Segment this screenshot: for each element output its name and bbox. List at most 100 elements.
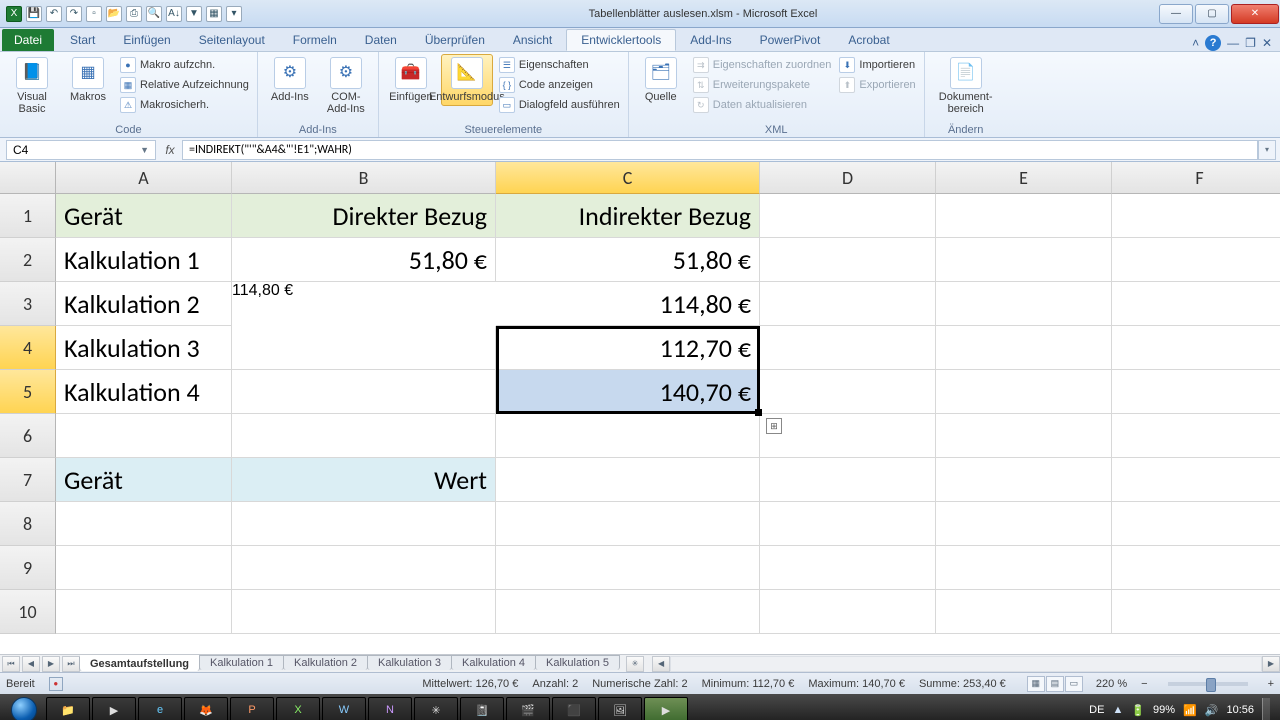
zoom-level[interactable]: 220 % <box>1096 678 1127 690</box>
entwurfsmodus-button[interactable]: 📐Entwurfsmodus <box>441 54 493 106</box>
taskbar-app-5[interactable]: 🖼 <box>598 697 642 720</box>
row-header-3[interactable]: 3 <box>0 282 56 326</box>
importieren-button[interactable]: ⬇Importieren <box>837 56 917 74</box>
cell-A7[interactable]: Gerät <box>56 458 232 502</box>
view-page-break-icon[interactable]: ▭ <box>1065 676 1083 692</box>
col-header-C[interactable]: C <box>496 162 760 194</box>
taskbar-ie[interactable]: e <box>138 697 182 720</box>
hscroll-left-icon[interactable]: ◀ <box>652 656 670 672</box>
cell-B9[interactable] <box>232 546 496 590</box>
view-page-layout-icon[interactable]: ▤ <box>1046 676 1064 692</box>
cell-F9[interactable] <box>1112 546 1280 590</box>
hscroll-track[interactable] <box>670 656 1262 672</box>
makros-button[interactable]: ▦Makros <box>62 54 114 106</box>
row-header-1[interactable]: 1 <box>0 194 56 238</box>
cell-D5[interactable] <box>760 370 936 414</box>
eigenschaften-button[interactable]: ☰Eigenschaften <box>497 56 622 74</box>
tab-powerpivot[interactable]: PowerPivot <box>746 29 835 51</box>
cell-D9[interactable] <box>760 546 936 590</box>
cell-B8[interactable] <box>232 502 496 546</box>
row-header-8[interactable]: 8 <box>0 502 56 546</box>
com-addins-button[interactable]: ⚙COM-Add-Ins <box>320 54 372 118</box>
maximize-button[interactable]: ▢ <box>1195 4 1229 24</box>
redo-icon[interactable]: ↷ <box>66 6 82 22</box>
tab-addins[interactable]: Add-Ins <box>676 29 745 51</box>
formula-expand-icon[interactable]: ▾ <box>1258 140 1276 160</box>
tab-start[interactable]: Start <box>56 29 109 51</box>
relative-aufzeichnung-button[interactable]: ▦Relative Aufzeichnung <box>118 76 251 94</box>
row-header-4[interactable]: 4 <box>0 326 56 370</box>
sheet-nav-last-icon[interactable]: ⏭ <box>62 656 80 672</box>
workbook-close-icon[interactable]: ✕ <box>1262 36 1272 50</box>
cell-A9[interactable] <box>56 546 232 590</box>
sheet-tab-kalkulation-1[interactable]: Kalkulation 1 <box>199 655 284 670</box>
cell-F4[interactable] <box>1112 326 1280 370</box>
file-tab[interactable]: Datei <box>2 29 54 51</box>
row-header-5[interactable]: 5 <box>0 370 56 414</box>
row-header-6[interactable]: 6 <box>0 414 56 458</box>
taskbar-app-2[interactable]: 📓 <box>460 697 504 720</box>
cell-E6[interactable] <box>936 414 1112 458</box>
tab-formeln[interactable]: Formeln <box>279 29 351 51</box>
zoom-out-icon[interactable]: − <box>1141 678 1147 690</box>
show-desktop-button[interactable] <box>1262 698 1270 720</box>
visual-basic-button[interactable]: 📘Visual Basic <box>6 54 58 118</box>
undo-icon[interactable]: ↶ <box>46 6 62 22</box>
tab-ansicht[interactable]: Ansicht <box>499 29 566 51</box>
zoom-slider[interactable] <box>1168 682 1248 686</box>
cell-A4[interactable]: Kalkulation 3 <box>56 326 232 370</box>
cell-D6[interactable] <box>760 414 936 458</box>
cell-E1[interactable] <box>936 194 1112 238</box>
cell-F1[interactable] <box>1112 194 1280 238</box>
tab-seitenlayout[interactable]: Seitenlayout <box>185 29 279 51</box>
cell-C10[interactable] <box>496 590 760 634</box>
cell-C9[interactable] <box>496 546 760 590</box>
filter-icon[interactable]: ▼ <box>186 6 202 22</box>
cell-B5[interactable] <box>232 370 496 414</box>
cell-C7[interactable] <box>496 458 760 502</box>
taskbar-onenote[interactable]: N <box>368 697 412 720</box>
taskbar-app-active[interactable]: ▶ <box>644 697 688 720</box>
sheet-tab-kalkulation-5[interactable]: Kalkulation 5 <box>535 655 620 670</box>
cell-C1[interactable]: Indirekter Bezug <box>496 194 760 238</box>
cell-E7[interactable] <box>936 458 1112 502</box>
taskbar-explorer[interactable]: 📁 <box>46 697 90 720</box>
cell-A10[interactable] <box>56 590 232 634</box>
cell-C5[interactable]: 140,70 € <box>496 370 760 414</box>
cell-A6[interactable] <box>56 414 232 458</box>
start-button[interactable] <box>4 696 44 720</box>
cell-B6[interactable] <box>232 414 496 458</box>
col-header-D[interactable]: D <box>760 162 936 194</box>
zoom-in-icon[interactable]: + <box>1268 678 1274 690</box>
tray-lang[interactable]: DE <box>1089 704 1104 716</box>
cell-E10[interactable] <box>936 590 1112 634</box>
row-header-7[interactable]: 7 <box>0 458 56 502</box>
cell-E8[interactable] <box>936 502 1112 546</box>
tab-daten[interactable]: Daten <box>351 29 411 51</box>
cell-F5[interactable] <box>1112 370 1280 414</box>
taskbar-powerpoint[interactable]: P <box>230 697 274 720</box>
macro-record-status-icon[interactable]: ● <box>49 677 63 691</box>
sheet-tab-kalkulation-2[interactable]: Kalkulation 2 <box>283 655 368 670</box>
sheet-nav-next-icon[interactable]: ▶ <box>42 656 60 672</box>
save-icon[interactable]: 💾 <box>26 6 42 22</box>
row-header-9[interactable]: 9 <box>0 546 56 590</box>
col-header-E[interactable]: E <box>936 162 1112 194</box>
cell-D2[interactable] <box>760 238 936 282</box>
workbook-restore-icon[interactable]: ❐ <box>1245 36 1256 50</box>
taskbar-firefox[interactable]: 🦊 <box>184 697 228 720</box>
cell-D1[interactable] <box>760 194 936 238</box>
cell-A1[interactable]: Gerät <box>56 194 232 238</box>
cell-E2[interactable] <box>936 238 1112 282</box>
qat-more-icon[interactable]: ▾ <box>226 6 242 22</box>
cell-B1[interactable]: Direkter Bezug <box>232 194 496 238</box>
dialogfeld-button[interactable]: ▭Dialogfeld ausführen <box>497 96 622 114</box>
tray-network-icon[interactable]: 📶 <box>1183 704 1197 717</box>
open-icon[interactable]: 📂 <box>106 6 122 22</box>
tray-flag-icon[interactable]: ▲ <box>1112 704 1123 716</box>
cell-F3[interactable] <box>1112 282 1280 326</box>
code-anzeigen-button[interactable]: { }Code anzeigen <box>497 76 622 94</box>
autofill-options-icon[interactable]: ⊞ <box>766 418 782 434</box>
help-icon[interactable]: ? <box>1205 35 1221 51</box>
sheet-tab-kalkulation-4[interactable]: Kalkulation 4 <box>451 655 536 670</box>
